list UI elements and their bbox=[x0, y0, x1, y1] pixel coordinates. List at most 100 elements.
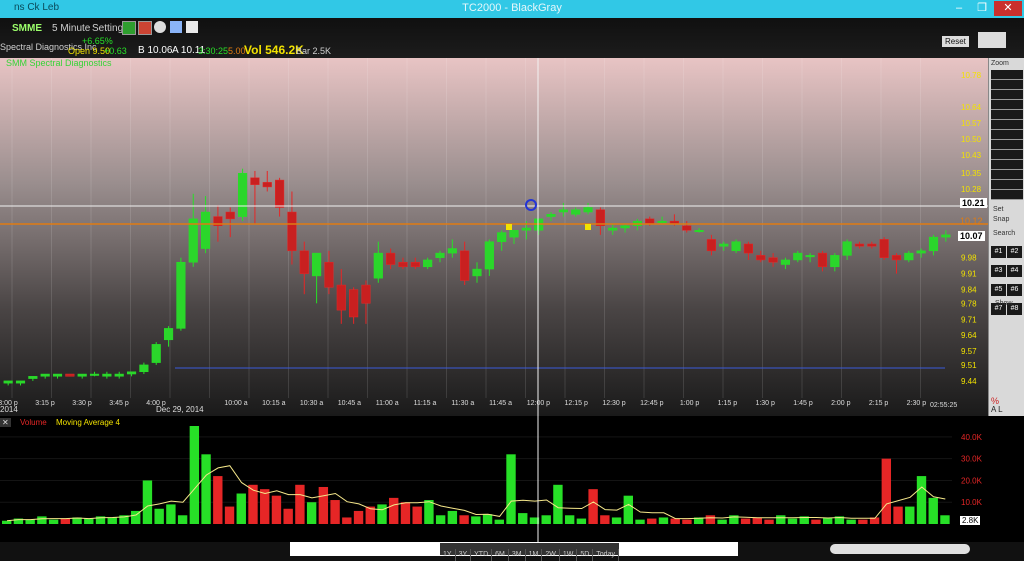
layout-slot[interactable]: #5 bbox=[991, 284, 1006, 296]
volume-bar bbox=[482, 514, 493, 524]
layout-slot[interactable]: #4 bbox=[1007, 265, 1022, 277]
range-tab[interactable]: 1Y bbox=[440, 549, 456, 561]
layout-slot[interactable]: #2 bbox=[1007, 246, 1022, 258]
candle-body bbox=[176, 261, 186, 329]
set-checkbox[interactable]: Set bbox=[993, 206, 1004, 213]
volume-bar bbox=[107, 517, 117, 524]
range-tab[interactable]: 1W bbox=[560, 549, 578, 561]
volume-bar bbox=[25, 519, 35, 524]
volume-bar bbox=[424, 500, 434, 524]
price-chart-svg[interactable]: 10.78 10.64 10.57 10.50 10.43 10.35 10.28 10.21… bbox=[0, 58, 1024, 416]
volume-bar bbox=[189, 426, 200, 524]
candle-body bbox=[324, 261, 334, 288]
zoom-label: Zoom bbox=[991, 60, 1009, 67]
range-tab[interactable]: 5D bbox=[577, 549, 594, 561]
symbol-button[interactable]: SMME bbox=[12, 23, 42, 34]
chart-icon[interactable] bbox=[122, 21, 136, 35]
minimize-button[interactable]: – bbox=[948, 1, 970, 16]
refresh-icon[interactable] bbox=[154, 21, 166, 33]
time-tick: 12:30 p bbox=[602, 400, 625, 407]
volume-bar bbox=[318, 486, 329, 524]
volume-bar bbox=[37, 516, 47, 524]
range-tab[interactable]: YTD bbox=[471, 549, 493, 561]
price-tick: 9.51 bbox=[961, 361, 977, 370]
candle-body bbox=[250, 177, 260, 185]
volume-panel[interactable]: 40.0K 30.0K 20.0K 10.0K ✕ Volume Moving Ave… bbox=[0, 416, 1024, 542]
alert-marker bbox=[585, 224, 591, 230]
time-tick: 3:45 p bbox=[109, 400, 129, 407]
time-tick: 12:45 p bbox=[640, 400, 663, 407]
candle-body bbox=[423, 259, 433, 268]
price-chart[interactable]: 10.78 10.64 10.57 10.50 10.43 10.35 10.28 10.21… bbox=[0, 58, 1024, 416]
candle-body bbox=[743, 243, 753, 254]
range-tab[interactable]: 1M bbox=[526, 549, 543, 561]
layout-slot[interactable]: #1 bbox=[991, 246, 1006, 258]
reset-button[interactable]: Reset bbox=[942, 36, 969, 47]
candle-body bbox=[793, 252, 803, 261]
snap-checkbox[interactable]: Snap bbox=[993, 216, 1009, 223]
candle-body bbox=[3, 380, 13, 384]
layout-icon[interactable] bbox=[978, 32, 1006, 48]
range-tab[interactable]: Today bbox=[593, 549, 619, 561]
layout-slot[interactable]: #3 bbox=[991, 265, 1006, 277]
al-toggle[interactable]: A L bbox=[991, 405, 1003, 414]
candle-body bbox=[941, 234, 951, 238]
price-tick: 9.78 bbox=[961, 299, 977, 308]
time-tick: 1:45 p bbox=[793, 400, 813, 407]
candle-body bbox=[817, 252, 828, 268]
volume-label[interactable]: Volume bbox=[20, 418, 47, 427]
range-tab[interactable]: 6M bbox=[492, 549, 509, 561]
search-label: Search bbox=[993, 230, 1016, 237]
volume-bar bbox=[752, 517, 762, 524]
restore-button[interactable]: ❐ bbox=[971, 1, 993, 16]
candle-body bbox=[706, 239, 716, 252]
candle-body bbox=[669, 220, 679, 224]
range-tab[interactable]: 2W bbox=[542, 549, 560, 561]
volume-chart-svg[interactable]: 40.0K 30.0K 20.0K 10.0K bbox=[0, 416, 1024, 542]
save-icon[interactable] bbox=[138, 21, 152, 35]
volume-bar bbox=[658, 517, 669, 524]
volume-tick: 20.0K bbox=[961, 476, 983, 485]
candle-body bbox=[608, 227, 618, 231]
volume-bar bbox=[459, 515, 469, 524]
volume-bar bbox=[588, 489, 598, 524]
candle-body bbox=[521, 227, 531, 231]
volume-bar bbox=[412, 506, 422, 524]
volume-bar bbox=[600, 515, 610, 524]
layout-slot[interactable]: #6 bbox=[1007, 284, 1022, 296]
show-button[interactable]: Show bbox=[995, 300, 1013, 307]
candle-body bbox=[89, 373, 100, 376]
close-panel-icon[interactable]: ✕ bbox=[0, 418, 11, 427]
candle-body bbox=[756, 255, 766, 261]
volume-bar bbox=[916, 476, 927, 524]
volume-bar bbox=[236, 493, 246, 524]
candle-body bbox=[151, 344, 161, 363]
scrollbar[interactable] bbox=[830, 544, 970, 554]
time-tick: 11:00 a bbox=[376, 400, 399, 407]
print-icon[interactable] bbox=[186, 21, 198, 33]
current-price-tag: 10.07 bbox=[958, 231, 985, 241]
timeframe-dropdown[interactable]: 5 Minute bbox=[52, 23, 90, 34]
close-button[interactable]: ✕ bbox=[994, 1, 1022, 16]
ma-label[interactable]: Moving Average 4 bbox=[56, 418, 120, 427]
price-tick: 10.57 bbox=[961, 119, 982, 128]
drawing-tools[interactable] bbox=[991, 70, 1023, 200]
price-tick: 9.44 bbox=[961, 377, 977, 386]
volume-bar bbox=[295, 484, 305, 524]
candle-body bbox=[546, 214, 556, 217]
study-label: SMM Spectral Diagnostics bbox=[6, 58, 112, 68]
candle-body bbox=[509, 230, 519, 238]
window-icon[interactable] bbox=[170, 21, 182, 33]
volume-bar bbox=[740, 518, 751, 524]
volume-bar bbox=[553, 484, 563, 524]
time-tick: 10:45 a bbox=[338, 400, 361, 407]
candle-body bbox=[225, 211, 235, 220]
candle-body bbox=[28, 376, 38, 379]
candle-body bbox=[867, 243, 877, 247]
range-tab[interactable]: 3M bbox=[509, 549, 526, 561]
bar-volume: Bar 2.5K bbox=[296, 46, 332, 56]
volume-bar bbox=[271, 495, 282, 524]
range-tab[interactable]: 3Y bbox=[456, 549, 472, 561]
candle-body bbox=[447, 248, 457, 254]
orange-line-price: 10.12 bbox=[960, 216, 983, 226]
